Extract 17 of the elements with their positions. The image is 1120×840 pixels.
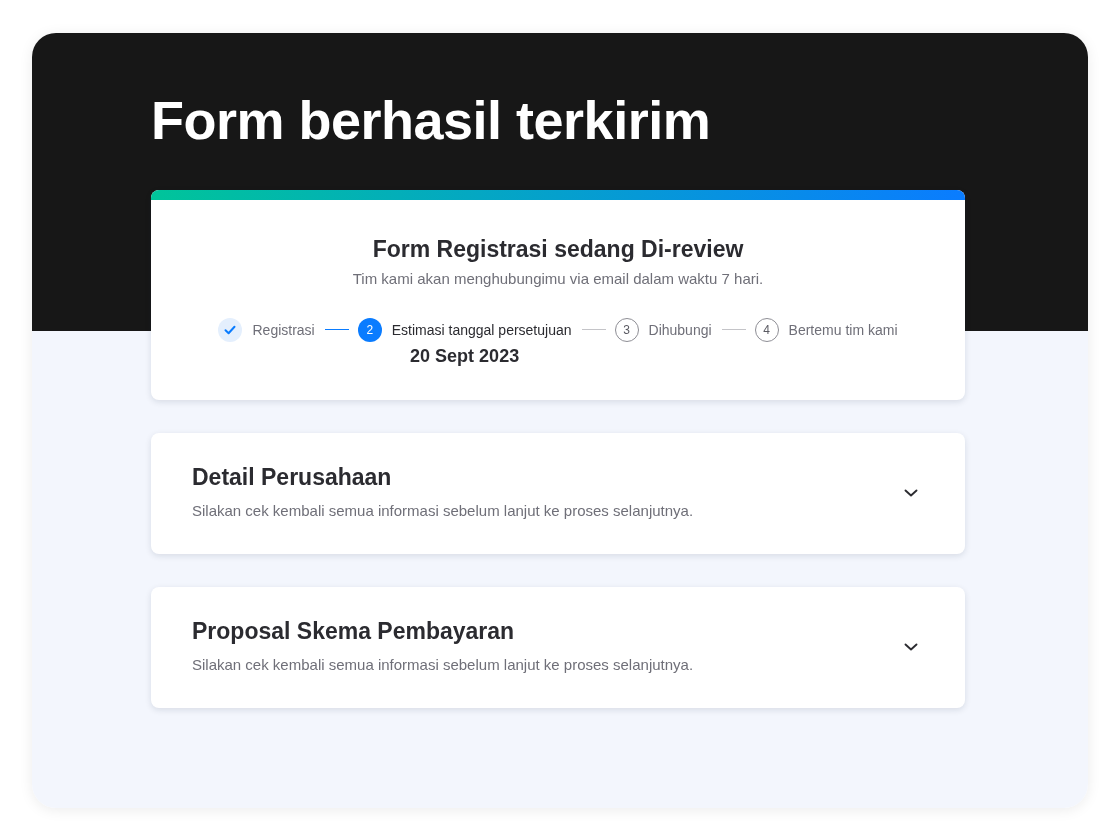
- section-description: Silakan cek kembali semua informasi sebelum lanjut ke proses selanjutnya.: [192, 501, 694, 521]
- chevron-icon[interactable]: [904, 488, 918, 497]
- step-number: 2: [357, 318, 382, 342]
- section-title: Proposal Skema Pembayaran: [192, 617, 516, 645]
- step-number: 4: [754, 318, 779, 342]
- status-subtitle: Tim kami akan menghubungimu via email dalam waktu 7 hari.: [352, 269, 764, 289]
- step-label: Registrasi: [252, 322, 315, 338]
- step-label: Dihubungi: [648, 322, 712, 338]
- step-date: 20 Sept 2023: [410, 345, 520, 367]
- step-label: Bertemu tim kami: [788, 322, 898, 338]
- page-title: Form berhasil terkirim: [151, 89, 711, 152]
- step-number: 3: [614, 318, 639, 342]
- chevron-icon[interactable]: [904, 642, 918, 651]
- section-description: Silakan cek kembali semua informasi sebelum lanjut ke proses selanjutnya.: [192, 655, 694, 675]
- status-title: Form Registrasi sedang Di-review: [372, 235, 744, 263]
- section-title: Detail Perusahaan: [192, 463, 393, 491]
- step-label: Estimasi tanggal persetujuan: [391, 322, 572, 338]
